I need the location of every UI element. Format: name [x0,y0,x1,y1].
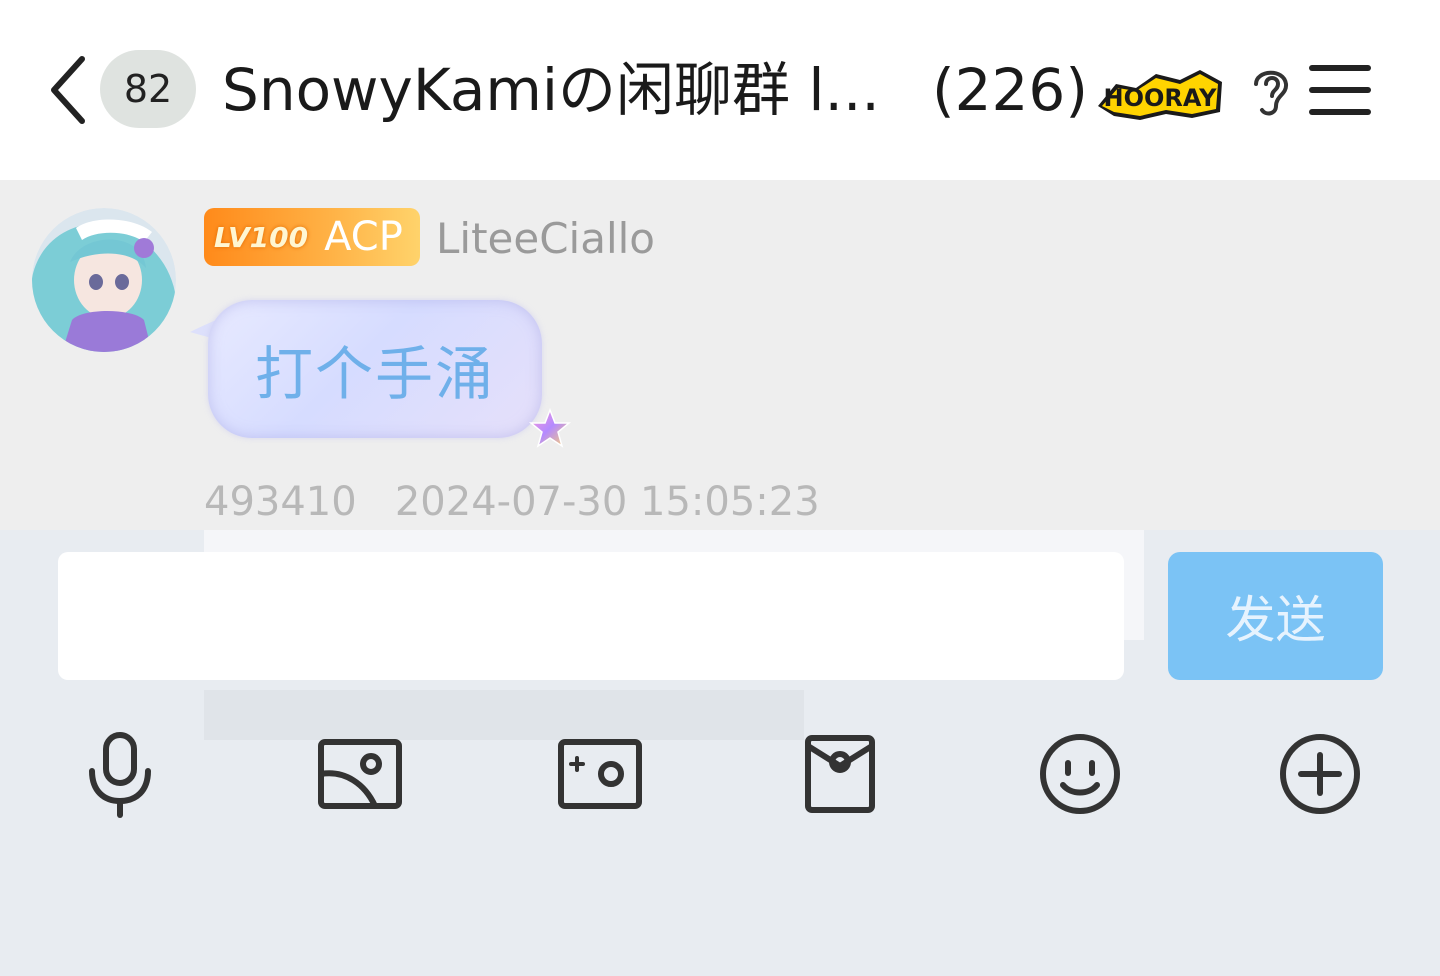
message-bubble[interactable]: 打个手涌 [208,300,542,438]
unread-count-badge[interactable]: 82 [100,50,196,128]
red-packet-button[interactable] [794,728,886,820]
plus-icon [1280,734,1360,814]
image-button[interactable] [314,728,406,820]
send-button[interactable]: 发送 [1168,552,1383,680]
message-input[interactable] [58,552,1124,680]
microphone-icon [89,732,151,818]
menu-icon[interactable] [1308,60,1372,120]
back-button[interactable] [40,50,96,130]
avatar[interactable] [32,208,176,352]
message-meta: 493410 2024-07-30 15:05:23 [204,479,820,525]
camera-button[interactable] [554,728,646,820]
voice-button[interactable] [74,728,166,820]
sender-name[interactable]: LiteeCiallo [436,210,655,268]
camera-icon [558,739,642,809]
chat-title[interactable]: SnowyKamiの闲聊群 l... [222,50,880,130]
svg-text:HOORAY: HOORAY [1103,84,1217,112]
star-icon [528,408,572,448]
more-button[interactable] [1274,728,1366,820]
image-icon [318,739,402,809]
hooray-badge-icon: HOORAY [1098,70,1222,120]
ear-icon[interactable] [1246,62,1294,118]
emoji-button[interactable] [1034,728,1126,820]
level-badge: LV100 ACP [204,208,420,266]
level-label: LV100 [214,220,309,254]
next-message-meta-preview [204,690,804,740]
red-packet-icon [805,735,875,813]
emoji-icon [1040,734,1120,814]
avatar-image [32,208,176,352]
chevron-left-icon [51,56,85,124]
chat-header: 82 SnowyKamiの闲聊群 l... (226) HOORAY [0,0,1440,180]
title-badge-label: ACP [324,214,403,260]
message-text: 打个手涌 [254,340,495,408]
member-count: (226) [932,56,1088,124]
